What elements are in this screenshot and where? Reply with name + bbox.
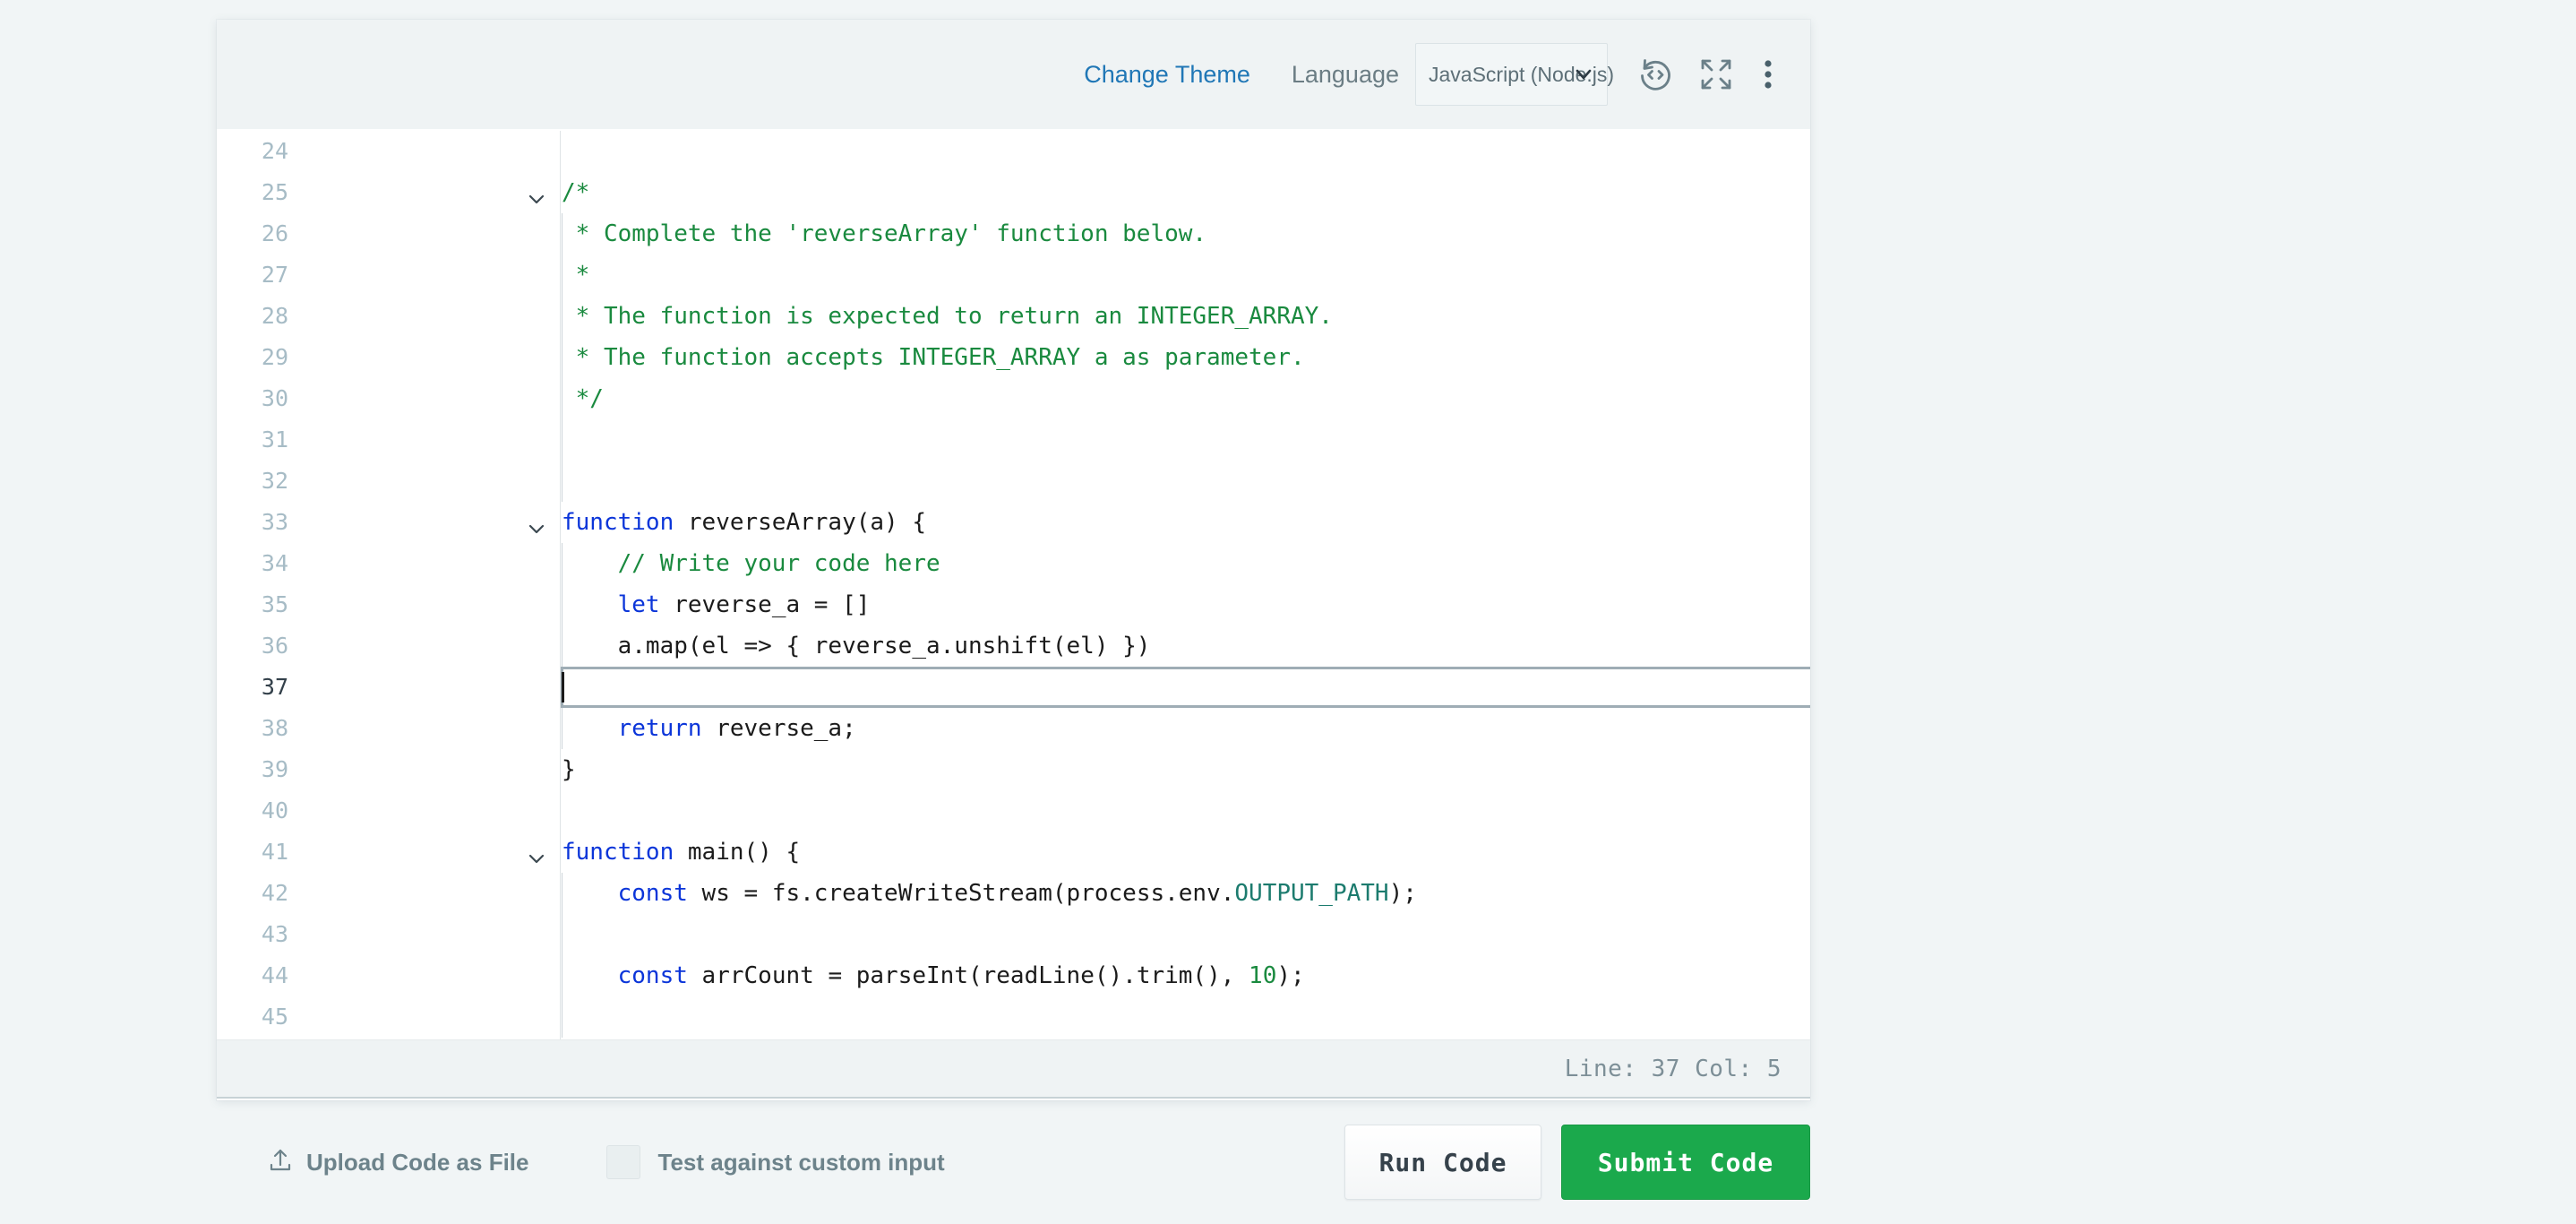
code-line-text: function reverseArray(a) { (562, 509, 926, 536)
line-number: 43 (261, 921, 288, 947)
code-line-text: a.map(el => { reverse_a.unshift(el) }) (562, 633, 1151, 659)
code-line[interactable]: 32 (217, 461, 1810, 502)
line-number: 24 (261, 138, 288, 164)
code-line[interactable]: 39} (217, 749, 1810, 790)
code-line-text: // Write your code here (562, 550, 940, 577)
reset-code-icon[interactable] (1636, 56, 1674, 93)
line-number: 38 (261, 715, 288, 741)
code-line-text: } (562, 756, 576, 783)
language-label: Language (1291, 60, 1399, 88)
upload-icon (267, 1147, 294, 1178)
code-line-text: function main() { (562, 839, 801, 866)
toolbar-icon-group (1636, 56, 1778, 93)
line-number: 41 (261, 839, 288, 865)
code-area[interactable]: 24 25 /* 26 * Complete the 'reverseArray' f… (217, 131, 1810, 1039)
custom-input-label: Test against custom input (657, 1148, 945, 1176)
line-number: 32 (261, 468, 288, 494)
code-line-text: /* (562, 179, 590, 206)
code-line[interactable]: 37 (217, 667, 1810, 708)
code-line[interactable]: 28 * The function is expected to return … (217, 296, 1810, 337)
line-number: 34 (261, 550, 288, 576)
code-line[interactable]: 45 (217, 996, 1810, 1038)
line-number: 44 (261, 962, 288, 988)
code-line-text: const arrCount = parseInt(readLine().tri… (617, 962, 1305, 989)
cursor-position-text: Line: 37 Col: 5 (1564, 1055, 1782, 1082)
line-number: 35 (261, 591, 288, 617)
code-editor-card: Change Theme Language JavaScript (Node.j… (217, 20, 1810, 1100)
upload-code-button[interactable]: Upload Code as File (267, 1147, 529, 1178)
line-number: 28 (261, 303, 288, 329)
code-line[interactable]: 30 */ (217, 378, 1810, 419)
code-line-text: return reverse_a; (617, 715, 856, 742)
code-line[interactable]: 41 function main() { (217, 832, 1810, 873)
line-number: 39 (261, 756, 288, 782)
code-line[interactable]: 40 (217, 790, 1810, 832)
code-line[interactable]: 27 * (217, 254, 1810, 296)
line-number: 31 (261, 427, 288, 453)
line-number: 42 (261, 880, 288, 906)
chevron-down-icon (1575, 65, 1593, 83)
run-code-button[interactable]: Run Code (1344, 1125, 1541, 1200)
more-options-icon[interactable] (1758, 56, 1778, 93)
code-line[interactable]: 42 const ws = fs.createWriteStream(proce… (217, 873, 1810, 914)
code-line-text: * The function is expected to return an … (562, 303, 1333, 330)
code-line[interactable]: 36 a.map(el => { reverse_a.unshift(el) }… (217, 625, 1810, 667)
line-number: 40 (261, 797, 288, 823)
fold-chevron-icon[interactable] (526, 512, 547, 534)
code-line[interactable]: 44 const arrCount = parseInt(readLine().… (217, 955, 1810, 996)
line-number: 27 (261, 262, 288, 288)
checkbox-box[interactable] (605, 1145, 640, 1179)
code-line-text: let reverse_a = [] (617, 591, 871, 618)
fullscreen-icon[interactable] (1697, 56, 1735, 93)
line-number: 29 (261, 344, 288, 370)
code-line-text: * Complete the 'reverseArray' function b… (562, 220, 1207, 247)
code-line[interactable]: 35 let reverse_a = [] (217, 584, 1810, 625)
code-line-text: * The function accepts INTEGER_ARRAY a a… (562, 344, 1305, 371)
code-line[interactable]: 34 // Write your code here (217, 543, 1810, 584)
editor-status-bar: Line: 37 Col: 5 (217, 1039, 1810, 1099)
editor-action-bar: Upload Code as File Test against custom … (217, 1100, 1810, 1224)
code-line[interactable]: 38 return reverse_a; (217, 708, 1810, 749)
code-line-list: 24 25 /* 26 * Complete the 'reverseArray' f… (217, 131, 1810, 1038)
change-theme-link[interactable]: Change Theme (1084, 61, 1250, 89)
line-number: 30 (261, 385, 288, 411)
upload-code-label: Upload Code as File (306, 1148, 529, 1176)
line-number: 33 (261, 509, 288, 535)
language-select[interactable]: JavaScript (Node.js) (1415, 43, 1614, 106)
code-line-text: * (562, 262, 590, 289)
code-line[interactable]: 29 * The function accepts INTEGER_ARRAY … (217, 337, 1810, 378)
line-number: 26 (261, 220, 288, 246)
line-number: 37 (261, 674, 288, 700)
code-line[interactable]: 43 (217, 914, 1810, 955)
text-caret (562, 672, 564, 703)
editor-toolbar: Change Theme Language JavaScript (Node.j… (217, 20, 1810, 131)
code-line[interactable]: 24 (217, 131, 1810, 172)
fold-chevron-icon[interactable] (526, 182, 547, 204)
line-number: 25 (261, 179, 288, 205)
custom-input-checkbox[interactable]: Test against custom input (605, 1145, 945, 1179)
code-line-text: const ws = fs.createWriteStream(process.… (617, 880, 1417, 907)
line-number: 45 (261, 1004, 288, 1030)
submit-button-group: Run Code Submit Code (1344, 1125, 1810, 1200)
code-line[interactable]: 25 /* (217, 172, 1810, 213)
code-line-text: */ (562, 385, 604, 412)
submit-code-button[interactable]: Submit Code (1561, 1125, 1810, 1200)
fold-chevron-icon[interactable] (526, 841, 547, 864)
code-line[interactable]: 26 * Complete the 'reverseArray' functio… (217, 213, 1810, 254)
code-line[interactable]: 33 function reverseArray(a) { (217, 502, 1810, 543)
code-line[interactable]: 31 (217, 419, 1810, 461)
line-number: 36 (261, 633, 288, 659)
